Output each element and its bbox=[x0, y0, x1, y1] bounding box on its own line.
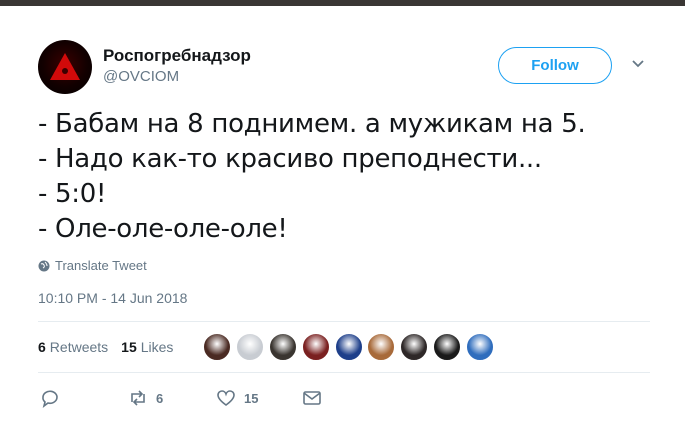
tweet-line: - Оле-оле-оле-оле! bbox=[38, 214, 288, 244]
follow-button[interactable]: Follow bbox=[498, 47, 612, 84]
likes-label: Likes bbox=[140, 339, 174, 355]
retweet-button[interactable]: 6 bbox=[128, 388, 163, 408]
top-bar bbox=[0, 0, 685, 6]
liker-avatar[interactable] bbox=[301, 333, 330, 361]
tweet-line: - Бабам на 8 поднимем. а мужикам на 5. bbox=[38, 109, 586, 139]
liker-avatar[interactable] bbox=[367, 333, 396, 361]
like-count: 15 bbox=[244, 390, 259, 406]
divider bbox=[38, 321, 650, 322]
retweets-stat[interactable]: 6 Retweets bbox=[38, 339, 108, 355]
divider bbox=[38, 372, 650, 373]
timestamp[interactable]: 10:10 PM - 14 Jun 2018 bbox=[38, 290, 187, 306]
liker-avatars bbox=[203, 333, 499, 361]
liker-avatar[interactable] bbox=[235, 333, 264, 361]
chevron-down-icon[interactable] bbox=[631, 59, 645, 69]
translate-label[interactable]: Translate Tweet bbox=[55, 258, 147, 273]
translate-tweet-link[interactable]: Translate Tweet bbox=[38, 258, 147, 273]
liker-avatar[interactable] bbox=[466, 333, 495, 361]
liker-avatar[interactable] bbox=[203, 333, 231, 361]
liker-avatar[interactable] bbox=[268, 333, 297, 361]
tweet-line: - 5:0! bbox=[38, 179, 107, 209]
tweet-line: - Надо как-то красиво преподнести... bbox=[38, 144, 542, 174]
user-handle[interactable]: @OVCIOM bbox=[103, 68, 179, 85]
retweets-count: 6 bbox=[38, 339, 46, 355]
globe-icon bbox=[38, 260, 50, 271]
reply-button[interactable] bbox=[40, 388, 68, 408]
liker-avatar[interactable] bbox=[400, 333, 429, 361]
liker-avatar[interactable] bbox=[334, 333, 363, 361]
likes-count: 15 bbox=[121, 339, 137, 355]
liker-avatar[interactable] bbox=[433, 333, 462, 361]
tweet-actions: 6 15 bbox=[38, 388, 638, 412]
heart-icon bbox=[217, 390, 235, 406]
retweet-icon bbox=[131, 390, 145, 406]
retweet-count: 6 bbox=[156, 390, 164, 406]
envelope-icon bbox=[303, 391, 321, 405]
triangle-logo-icon bbox=[50, 53, 80, 80]
display-name[interactable]: Роспогребнадзор bbox=[103, 46, 251, 66]
tweet-stats: 6 Retweets 15 Likes bbox=[38, 339, 186, 355]
retweets-label: Retweets bbox=[49, 339, 109, 355]
direct-message-button[interactable] bbox=[302, 388, 330, 408]
avatar[interactable] bbox=[38, 40, 92, 94]
tweet-text: - Бабам на 8 поднимем. а мужикам на 5. -… bbox=[38, 107, 586, 247]
reply-icon bbox=[42, 390, 58, 408]
like-button[interactable]: 15 bbox=[216, 388, 258, 408]
likes-stat[interactable]: 15 Likes bbox=[121, 339, 173, 355]
